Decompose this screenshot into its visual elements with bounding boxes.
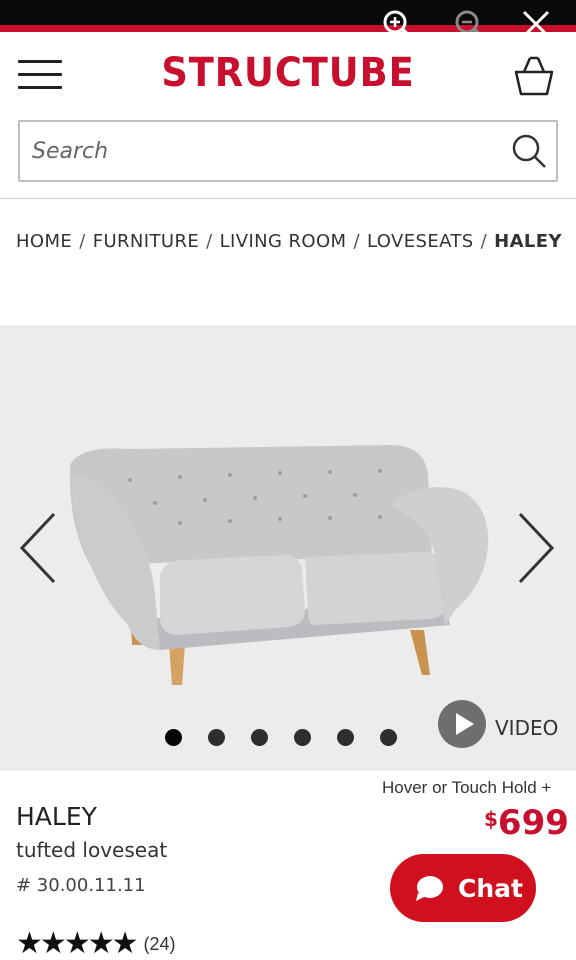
star-icon: ★ [63, 927, 91, 960]
header-divider [0, 198, 576, 199]
star-icon: ★ [111, 927, 139, 960]
carousel-dot[interactable] [337, 729, 354, 746]
breadcrumb-living-room[interactable]: LIVING ROOM [220, 231, 347, 252]
breadcrumb-home[interactable]: HOME [16, 231, 72, 252]
review-count[interactable]: (24) [144, 934, 176, 955]
breadcrumb-separator: / [353, 231, 360, 252]
star-icon: ★ [39, 927, 67, 960]
chevron-left-icon[interactable] [16, 508, 62, 588]
search-box [18, 120, 558, 182]
product-subtitle: tufted loveseat [16, 838, 168, 862]
star-icon: ★ [16, 927, 43, 960]
breadcrumb: HOME / FURNITURE / LIVING ROOM / LOVESEATS / HAL… [16, 231, 562, 252]
product-sku: # 30.00.11.11 [16, 875, 146, 896]
chat-label: Chat [458, 874, 523, 903]
product-image-gallery[interactable]: VIDEO [0, 325, 576, 771]
carousel-dot[interactable] [251, 729, 268, 746]
zoom-hint: Hover or Touch Hold + [382, 778, 552, 797]
breadcrumb-furniture[interactable]: FURNITURE [93, 231, 199, 252]
carousel-dots [165, 729, 423, 749]
video-label: VIDEO [495, 716, 559, 740]
chat-button[interactable]: Chat [390, 854, 536, 922]
product-price: $699 [484, 803, 569, 843]
brand-logo[interactable]: STRUCTUBE [23, 50, 553, 96]
price-amount: 699 [497, 803, 569, 843]
carousel-dot[interactable] [165, 729, 182, 746]
breadcrumb-separator: / [480, 231, 488, 252]
product-rating[interactable]: ★★★★★ (24) [16, 929, 176, 959]
price-currency: $ [484, 807, 498, 831]
star-icon: ★ [87, 927, 115, 960]
breadcrumb-separator: / [206, 231, 213, 252]
chevron-right-icon[interactable] [512, 508, 558, 588]
search-input[interactable] [32, 132, 502, 170]
breadcrumb-current: HALEY [494, 231, 562, 252]
breadcrumb-separator: / [79, 231, 86, 252]
play-icon [438, 700, 486, 748]
product-name: HALEY [16, 802, 97, 831]
site-header: STRUCTUBE [0, 32, 576, 114]
chat-bubble-icon [416, 876, 443, 901]
carousel-dot[interactable] [208, 729, 225, 746]
carousel-dot[interactable] [294, 729, 311, 746]
search-icon[interactable] [510, 132, 548, 170]
carousel-dot[interactable] [380, 729, 397, 746]
shopping-basket-icon[interactable] [512, 52, 556, 98]
breadcrumb-loveseats[interactable]: LOVESEATS [367, 231, 474, 252]
product-image [69, 445, 489, 685]
